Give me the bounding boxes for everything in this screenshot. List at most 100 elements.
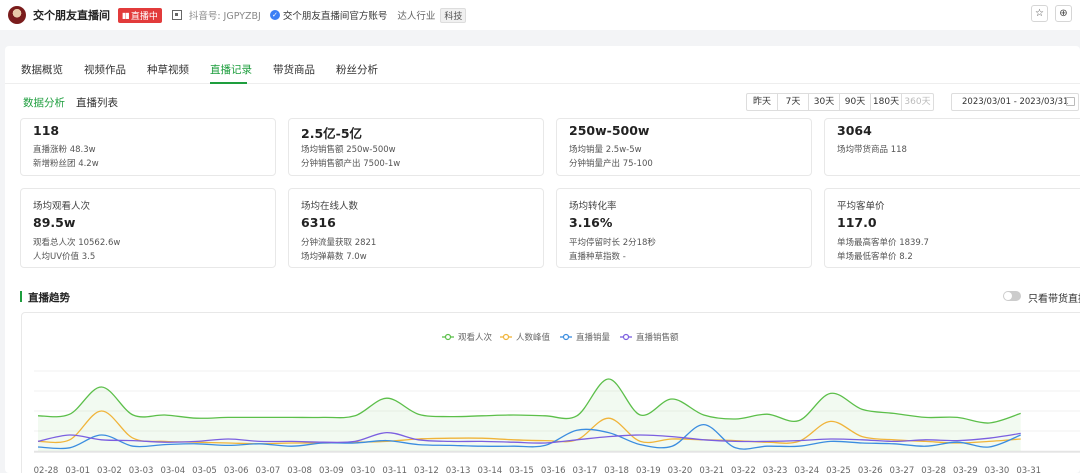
stat-detail: 单场最高客单价 1839.7 bbox=[837, 238, 929, 248]
tab-video-works[interactable]: 视频作品 bbox=[84, 62, 126, 77]
legend-label: 直播销量 bbox=[576, 332, 611, 343]
date-range-picker[interactable]: 2023/03/01 - 2023/03/31 bbox=[951, 93, 1079, 111]
x-tick-label: 03-11 bbox=[382, 466, 407, 473]
stat-value: 117.0 bbox=[837, 215, 877, 230]
section-marker bbox=[20, 291, 22, 302]
x-tick-label: 03-13 bbox=[446, 466, 471, 473]
sub-tabs: 数据分析 直播列表 昨天 7天 30天 90天 180天 360天 2023/0… bbox=[5, 84, 1080, 121]
x-tick-label: 03-20 bbox=[668, 466, 693, 473]
range-90d[interactable]: 90天 bbox=[840, 94, 871, 110]
tab-products[interactable]: 带货商品 bbox=[273, 62, 315, 77]
x-tick-label: 03-29 bbox=[953, 466, 978, 473]
stat-card-sales-amount: 2.5亿-5亿 场均销售额 250w-500w 分钟销售额产出 7500-1w bbox=[288, 118, 544, 176]
stat-card-avg-online: 场均在线人数 6316 分钟流量获取 2821 场均弹幕数 7.0w bbox=[288, 188, 544, 268]
x-tick-label: 03-01 bbox=[65, 466, 90, 473]
stat-card-fans: 118 直播涨粉 48.3w 新增粉丝团 4.2w bbox=[20, 118, 276, 176]
x-tick-label: 03-23 bbox=[763, 466, 788, 473]
x-tick-label: 03-31 bbox=[1016, 466, 1041, 473]
x-tick-label: 03-22 bbox=[731, 466, 756, 473]
trend-chart: 02-28 03-01 03-02 03-03 03-04 03-05 03-06 03-07… bbox=[34, 332, 1080, 473]
x-tick-label: 03-28 bbox=[921, 466, 946, 473]
range-30d[interactable]: 30天 bbox=[809, 94, 840, 110]
shop-name[interactable]: 交个朋友直播间 bbox=[33, 7, 110, 23]
x-tick-label: 03-24 bbox=[794, 466, 819, 473]
qr-code-icon[interactable] bbox=[171, 10, 182, 20]
stat-detail: 场均销量 2.5w-5w bbox=[569, 145, 642, 155]
stat-card-avg-views: 场均观看人次 89.5w 观看总人次 10562.6w 人均UV价值 3.5 bbox=[20, 188, 276, 268]
legend-label: 人数峰值 bbox=[516, 332, 551, 343]
x-tick-label: 03-07 bbox=[256, 466, 281, 473]
avatar[interactable] bbox=[8, 6, 26, 24]
range-360d[interactable]: 360天 bbox=[902, 94, 933, 110]
x-tick-label: 03-15 bbox=[509, 466, 534, 473]
x-tick-label: 03-14 bbox=[477, 466, 502, 473]
x-tick-label: 03-12 bbox=[414, 466, 439, 473]
stat-value: 6316 bbox=[301, 215, 336, 230]
douyin-id: 抖音号: JGPYZBJ bbox=[188, 11, 261, 22]
stat-detail: 新增粉丝团 4.2w bbox=[33, 159, 99, 169]
legend-marker bbox=[622, 333, 630, 341]
add-icon[interactable]: ⊕ bbox=[1055, 5, 1072, 22]
x-tick-label: 03-10 bbox=[351, 466, 376, 473]
live-bars-icon: ▮▮ bbox=[122, 10, 130, 20]
stat-value: 250w-500w bbox=[569, 123, 650, 138]
x-tick-label: 03-26 bbox=[858, 466, 883, 473]
stat-card-conversion: 场均转化率 3.16% 平均停留时长 2分18秒 直播种草指数 - bbox=[556, 188, 812, 268]
only-sales-live-toggle[interactable] bbox=[1003, 291, 1021, 301]
subtab-live-list[interactable]: 直播列表 bbox=[76, 95, 118, 110]
stat-card-products: 3064 场均带货商品 118 bbox=[824, 118, 1080, 176]
x-tick-label: 03-02 bbox=[97, 466, 122, 473]
verified-text: 交个朋友直播间官方账号 bbox=[282, 11, 388, 22]
trend-title: 直播趋势 bbox=[28, 292, 70, 304]
x-tick-label: 03-06 bbox=[224, 466, 249, 473]
star-icon[interactable]: ☆ bbox=[1031, 5, 1048, 22]
main-tabs: 数据概览 视频作品 种草视频 直播记录 带货商品 粉丝分析 bbox=[5, 46, 1080, 84]
x-tick-label: 03-21 bbox=[699, 466, 724, 473]
stat-value: 89.5w bbox=[33, 215, 76, 230]
x-tick-label: 03-08 bbox=[287, 466, 312, 473]
x-tick-label: 03-09 bbox=[319, 466, 344, 473]
industry-tag: 科技 bbox=[440, 7, 467, 23]
stat-card-sales-volume: 250w-500w 场均销量 2.5w-5w 分钟销量产出 75-100 bbox=[556, 118, 812, 176]
range-7d[interactable]: 7天 bbox=[778, 94, 809, 110]
stat-value: 2.5亿-5亿 bbox=[301, 126, 363, 141]
tab-fan-analysis[interactable]: 粉丝分析 bbox=[336, 62, 378, 77]
stat-detail: 平均停留时长 2分18秒 bbox=[569, 238, 656, 248]
x-tick-label: 03-03 bbox=[129, 466, 154, 473]
stat-title: 平均客单价 bbox=[837, 201, 885, 212]
stat-title: 场均在线人数 bbox=[301, 201, 359, 212]
verified-account: ✓ 交个朋友直播间官方账号 bbox=[269, 8, 388, 22]
stat-value: 118 bbox=[33, 123, 60, 138]
stat-value: 3.16% bbox=[569, 215, 613, 230]
legend-marker bbox=[444, 333, 452, 341]
tab-data-overview[interactable]: 数据概览 bbox=[21, 62, 63, 77]
stat-detail: 单场最低客单价 8.2 bbox=[837, 252, 913, 262]
verified-icon: ✓ bbox=[269, 10, 280, 20]
stat-detail: 分钟流量获取 2821 bbox=[301, 238, 377, 248]
x-tick-label: 03-17 bbox=[573, 466, 598, 473]
tab-live-records[interactable]: 直播记录 bbox=[210, 62, 252, 77]
legend-label: 直播销售额 bbox=[636, 332, 679, 343]
live-badge-label: 直播中 bbox=[130, 11, 158, 22]
tab-seeding-videos[interactable]: 种草视频 bbox=[147, 62, 189, 77]
stat-card-avg-price: 平均客单价 117.0 单场最高客单价 1839.7 单场最低客单价 8.2 bbox=[824, 188, 1080, 268]
x-tick-label: 03-04 bbox=[160, 466, 185, 473]
stat-detail: 人均UV价值 3.5 bbox=[33, 252, 96, 262]
top-bar: 交个朋友直播间 ▮▮ 直播中 抖音号: JGPYZBJ ✓ 交个朋友直播间官方账… bbox=[0, 0, 1080, 30]
live-status-badge[interactable]: ▮▮ 直播中 bbox=[118, 7, 162, 23]
stat-value: 3064 bbox=[837, 123, 872, 138]
stat-title: 场均转化率 bbox=[569, 201, 617, 212]
stat-detail: 场均带货商品 118 bbox=[837, 145, 907, 155]
trend-chart-box: 02-28 03-01 03-02 03-03 03-04 03-05 03-06 03-07… bbox=[21, 312, 1080, 473]
time-range-selector: 昨天 7天 30天 90天 180天 360天 bbox=[746, 93, 934, 111]
stat-detail: 观看总人次 10562.6w bbox=[33, 238, 121, 248]
date-range-text: 2023/03/01 - 2023/03/31 bbox=[962, 97, 1069, 107]
toggle-label: 只看带货直播 bbox=[1028, 294, 1080, 305]
subtab-data-analysis[interactable]: 数据分析 bbox=[23, 95, 65, 110]
range-180d[interactable]: 180天 bbox=[871, 94, 902, 110]
legend-marker bbox=[562, 333, 570, 341]
range-yesterday[interactable]: 昨天 bbox=[747, 94, 778, 110]
stat-title: 场均观看人次 bbox=[33, 201, 91, 212]
stat-detail: 分钟销售额产出 7500-1w bbox=[301, 159, 401, 169]
x-tick-label: 03-30 bbox=[985, 466, 1010, 473]
